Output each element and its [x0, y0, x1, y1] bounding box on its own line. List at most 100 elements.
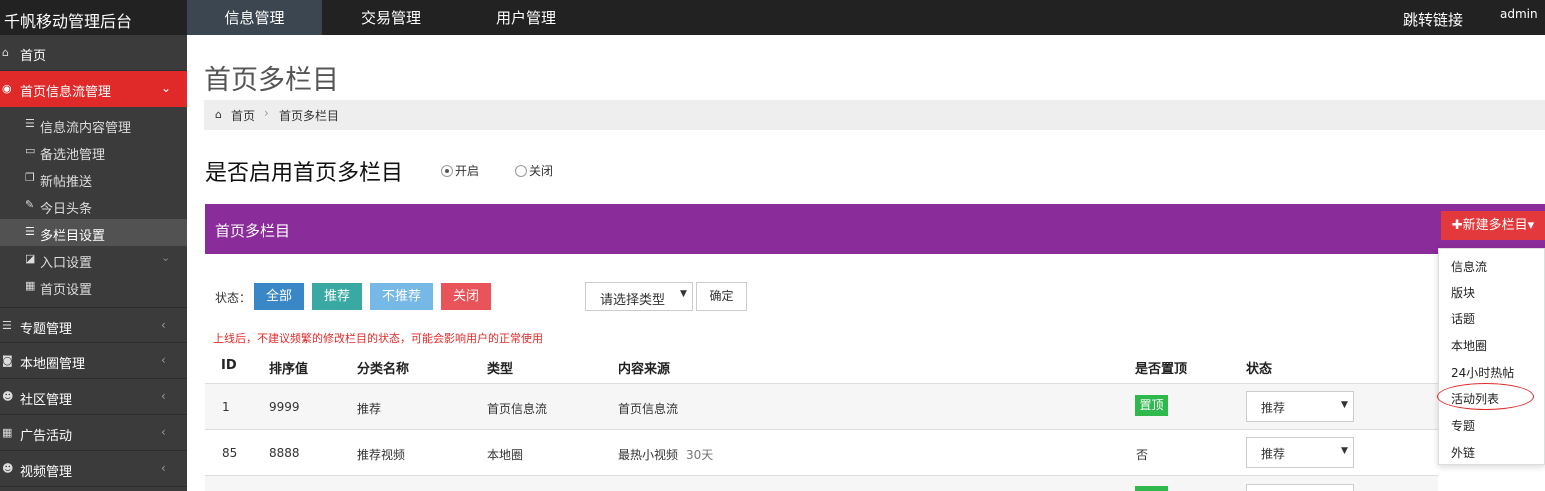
cell-id: 1 — [222, 400, 230, 414]
col-header-sort: 排序值 — [269, 362, 309, 377]
sidebar-item-feed-management[interactable]: ◉ 首页信息流管理 ⌄ — [0, 71, 187, 107]
cell-source: 最热小视频 30天 — [618, 446, 713, 463]
nav-user-management[interactable]: 用户管理 — [460, 0, 592, 35]
dropdown-item-24h-hot[interactable]: 24小时热帖 — [1451, 364, 1514, 381]
new-column-dropdown: 信息流 版块 话题 本地圈 24小时热帖 活动列表 专题 外链 — [1438, 248, 1545, 465]
users-icon: ☻ — [2, 462, 14, 475]
pinned-badge: 置顶 — [1135, 395, 1168, 416]
sidebar-item-community[interactable]: ☻ 社区管理 ‹ — [0, 379, 187, 415]
dropdown-item-special[interactable]: 专题 — [1451, 417, 1475, 434]
status-select[interactable]: 推荐 ▼ — [1246, 437, 1354, 468]
breadcrumb-home[interactable]: 首页 — [231, 107, 255, 124]
cell-sort: 9999 — [269, 400, 300, 414]
sidebar-item-label: 视频管理 — [20, 465, 73, 480]
fire-icon: ✎ — [25, 198, 35, 211]
nav-info-management[interactable]: 信息管理 — [187, 0, 322, 35]
radio-checked-icon — [441, 165, 453, 177]
list-icon: ☰ — [2, 319, 12, 332]
rss-icon: ◉ — [2, 82, 12, 95]
sidebar: ⌂ 首页 ◉ 首页信息流管理 ⌄ ☰ 信息流内容管理 ▭ 备选池管理 ❐ 新帖推… — [0, 35, 187, 491]
status-select[interactable] — [1246, 484, 1354, 491]
chevron-left-icon: ‹ — [161, 318, 166, 332]
dropdown-item-local-circle[interactable]: 本地圈 — [1451, 337, 1487, 354]
caret-down-icon: ▼ — [1341, 400, 1348, 410]
nav-trade-management[interactable]: 交易管理 — [322, 0, 460, 35]
dropdown-item-feed[interactable]: 信息流 — [1451, 258, 1487, 275]
camera-icon: ◙ — [2, 354, 13, 367]
radio-enable-on[interactable]: 开启 — [441, 162, 479, 179]
dropdown-item-section[interactable]: 版块 — [1451, 284, 1475, 301]
breadcrumb: ⌂ 首页 › 首页多栏目 — [204, 100, 1545, 130]
user-menu[interactable]: admin — [1500, 7, 1538, 21]
sidebar-item-ads[interactable]: ▦ 广告活动 ‹ — [0, 415, 187, 451]
sidebar-sub-label: 备选池管理 — [40, 148, 106, 163]
cell-source-days: 30天 — [686, 448, 714, 462]
cell-sort: 8888 — [269, 446, 300, 460]
status-select[interactable]: 推荐 ▼ — [1246, 391, 1354, 422]
inbox-icon: ▭ — [25, 144, 36, 157]
type-select[interactable]: 请选择类型 ▼ — [585, 282, 693, 311]
sidebar-item-label: 本地圈管理 — [20, 357, 86, 372]
sidebar-item-label: 专题管理 — [20, 322, 73, 337]
dropdown-item-external-link[interactable]: 外链 — [1451, 444, 1475, 461]
sidebar-item-home[interactable]: ⌂ 首页 — [0, 35, 187, 71]
cell-id: 85 — [222, 446, 238, 460]
confirm-button[interactable]: 确定 — [696, 282, 747, 311]
sidebar-sub-candidate-pool[interactable]: ▭ 备选池管理 — [0, 138, 187, 165]
copy-icon: ❐ — [25, 171, 35, 184]
radio-enable-off[interactable]: 关闭 — [515, 162, 553, 179]
cell-type: 首页信息流 — [487, 402, 548, 416]
sidebar-item-label: 首页信息流管理 — [20, 85, 112, 100]
chevron-left-icon: ‹ — [161, 389, 166, 403]
jump-link[interactable]: 跳转链接 — [1403, 9, 1463, 30]
new-column-button[interactable]: ✚新建多栏目▾ — [1441, 211, 1545, 240]
sidebar-item-label: 广告活动 — [20, 429, 73, 444]
status-filter-label: 状态： — [215, 291, 252, 305]
calendar-icon: ▦ — [2, 426, 13, 439]
col-header-name: 分类名称 — [357, 362, 410, 377]
cell-source-text: 最热小视频 — [618, 448, 679, 462]
filter-recommend-button[interactable]: 推荐 — [312, 283, 362, 310]
grid-icon: ▦ — [25, 279, 36, 292]
filter-all-button[interactable]: 全部 — [254, 283, 304, 310]
radio-label: 关闭 — [529, 164, 554, 178]
sidebar-item-local-circle[interactable]: ◙ 本地圈管理 ‹ — [0, 343, 187, 379]
filter-closed-button[interactable]: 关闭 — [441, 283, 491, 310]
status-select-value: 推荐 — [1261, 447, 1286, 461]
sidebar-sub-home-settings[interactable]: ▦ 首页设置 — [0, 273, 187, 300]
sidebar-item-video[interactable]: ☻ 视频管理 ‹ — [0, 451, 187, 487]
sidebar-item-topics[interactable]: ☰ 专题管理 ‹ — [0, 307, 187, 343]
panel-title: 首页多栏目 — [215, 222, 291, 240]
radio-unchecked-icon — [515, 165, 527, 177]
caret-down-icon: ▼ — [1341, 446, 1348, 456]
sidebar-sub-label: 入口设置 — [40, 256, 93, 271]
cell-name: 推荐视频 — [357, 448, 406, 462]
chevron-left-icon: ‹ — [161, 353, 166, 367]
filter-not-recommend-button[interactable]: 不推荐 — [370, 283, 433, 310]
sidebar-item-label: 社区管理 — [20, 393, 73, 408]
radio-label: 开启 — [455, 164, 480, 178]
table-row: 1 9999 推荐 首页信息流 首页信息流 置顶 推荐 ▼ — [205, 384, 1438, 430]
sidebar-sub-new-post-push[interactable]: ❐ 新帖推送 — [0, 165, 187, 192]
table-row — [205, 476, 1438, 491]
col-header-type: 类型 — [487, 362, 514, 377]
sidebar-sub-multi-column[interactable]: ☰ 多栏目设置 — [0, 219, 187, 246]
col-header-source: 内容来源 — [618, 362, 671, 377]
sidebar-sub-feed-content[interactable]: ☰ 信息流内容管理 — [0, 111, 187, 138]
sidebar-sub-entry-settings[interactable]: ◪ 入口设置 ⌄ — [0, 246, 187, 273]
dropdown-item-topic[interactable]: 话题 — [1451, 310, 1475, 327]
chevron-left-icon: ‹ — [161, 425, 166, 439]
chevron-down-icon: ⌄ — [161, 81, 172, 95]
highlight-circle — [1437, 383, 1534, 410]
col-header-status: 状态 — [1246, 362, 1273, 377]
col-header-id: ID — [221, 358, 237, 373]
sidebar-item-label: 首页 — [20, 49, 47, 64]
type-select-value: 请选择类型 — [600, 293, 666, 308]
cell-type: 本地圈 — [487, 448, 524, 462]
cell-source: 首页信息流 — [618, 402, 679, 416]
sidebar-sub-headlines[interactable]: ✎ 今日头条 — [0, 192, 187, 219]
sidebar-sub-label: 新帖推送 — [40, 175, 93, 190]
warning-text: 上线后，不建议频繁的修改栏目的状态，可能会影响用户的正常使用 — [213, 332, 543, 345]
sidebar-sub-label: 首页设置 — [40, 283, 93, 298]
status-select-value: 推荐 — [1261, 401, 1286, 415]
